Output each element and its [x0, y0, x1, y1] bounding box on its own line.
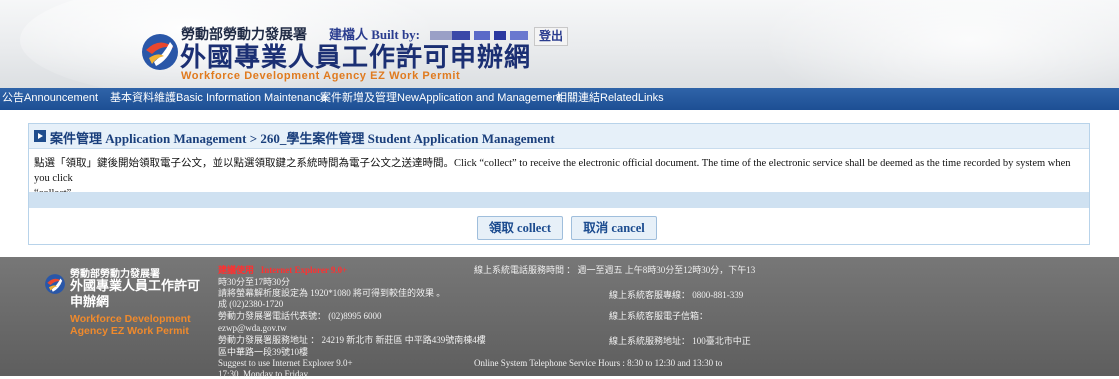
- site-subtitle: Workforce Development Agency EZ Work Per…: [181, 70, 461, 82]
- panel-title-bar: 案件管理 Application Management > 260_學生案件管理…: [29, 124, 1089, 149]
- nav-item-application-management[interactable]: 案件新增及管理NewApplication and Management: [320, 88, 562, 110]
- panel-divider: [29, 192, 1089, 208]
- collect-button[interactable]: 領取 collect: [477, 216, 563, 240]
- footer-text-line: 時30分至17時30分: [218, 277, 291, 287]
- cancel-button[interactable]: 取消 cancel: [571, 216, 657, 240]
- breadcrumb: 案件管理 Application Management > 260_學生案件管理…: [50, 131, 555, 146]
- nav-item-basic-info[interactable]: 基本資料維護Basic Information Maintenance: [110, 88, 327, 110]
- footer-text-line: 17:30, Monday to Friday: [218, 369, 308, 379]
- logout-button[interactable]: 登出: [534, 27, 568, 46]
- footer-service-hours: 線上系統電話服務時間 ： 週一至週五 上午8時30分至12時30分，下午13: [474, 265, 756, 275]
- site-title: 外國專業人員工作許可申辦網: [180, 43, 532, 72]
- instructions-line: 點選「領取」鍵後開始領取電子公文，並以點選領取鍵之系統時間為電子公文之送達時間。…: [34, 158, 1071, 184]
- footer-email[interactable]: ezwp@wda.gov.tw: [218, 323, 287, 333]
- banner-decoration: [760, 0, 1119, 88]
- agency-logo-icon: [142, 34, 178, 70]
- header-banner: 勞動部勞動力發展署 建檔人 Built by: 登出 外國專業人員工作許可申辦網…: [0, 0, 1119, 88]
- main-nav: 公告Announcement 基本資料維護Basic Information M…: [0, 88, 1119, 110]
- footer-text-line: 區中華路一段39號10樓: [218, 347, 309, 357]
- footer-service-email: 線上系統客服電子信箱：: [609, 311, 709, 321]
- application-panel: 案件管理 Application Management > 260_學生案件管理…: [28, 123, 1090, 245]
- footer-site-title: 外國專業人員工作許可申辦網: [70, 278, 201, 309]
- suggest-browser: Internet Explorer 9.0+: [260, 265, 348, 275]
- agency-logo-icon: [45, 274, 65, 294]
- nav-item-announcement[interactable]: 公告Announcement: [2, 88, 98, 110]
- suggest-prefix: 建議使用: [218, 265, 255, 275]
- footer-service-address: 線上系統服務地址： 100臺北市中正: [609, 336, 751, 346]
- nav-item-related-links[interactable]: 相關連結RelatedLinks: [556, 88, 664, 110]
- footer-service-hours-en: Online System Telephone Service Hours : …: [474, 358, 723, 368]
- footer-text-line: 勞動力發展署電話代表號： (02)8995 6000: [218, 311, 382, 321]
- arrow-right-icon: [34, 130, 46, 142]
- footer-text-line: 勞動力發展署服務地址 ： 24219 新北市 新莊區 中平路439號南棟4樓: [218, 335, 486, 345]
- footer: 勞動部勞動力發展署 外國專業人員工作許可申辦網 Workforce Develo…: [0, 257, 1119, 379]
- footer-site-subtitle: Workforce Development Agency EZ Work Per…: [70, 313, 191, 337]
- footer-text-line: Suggest to use Internet Explorer 9.0+: [218, 358, 353, 368]
- footer-text-line: 成 (02)2380-1720: [218, 299, 284, 309]
- footer-browser-suggestion: 建議使用 Internet Explorer 9.0+: [218, 265, 347, 275]
- footer-service-phone: 線上系統客服專線： 0800-881-339: [609, 290, 744, 300]
- footer-text-line: 請將螢幕解析度設定為 1920*1080 將可得到較佳的效果 。: [218, 288, 446, 298]
